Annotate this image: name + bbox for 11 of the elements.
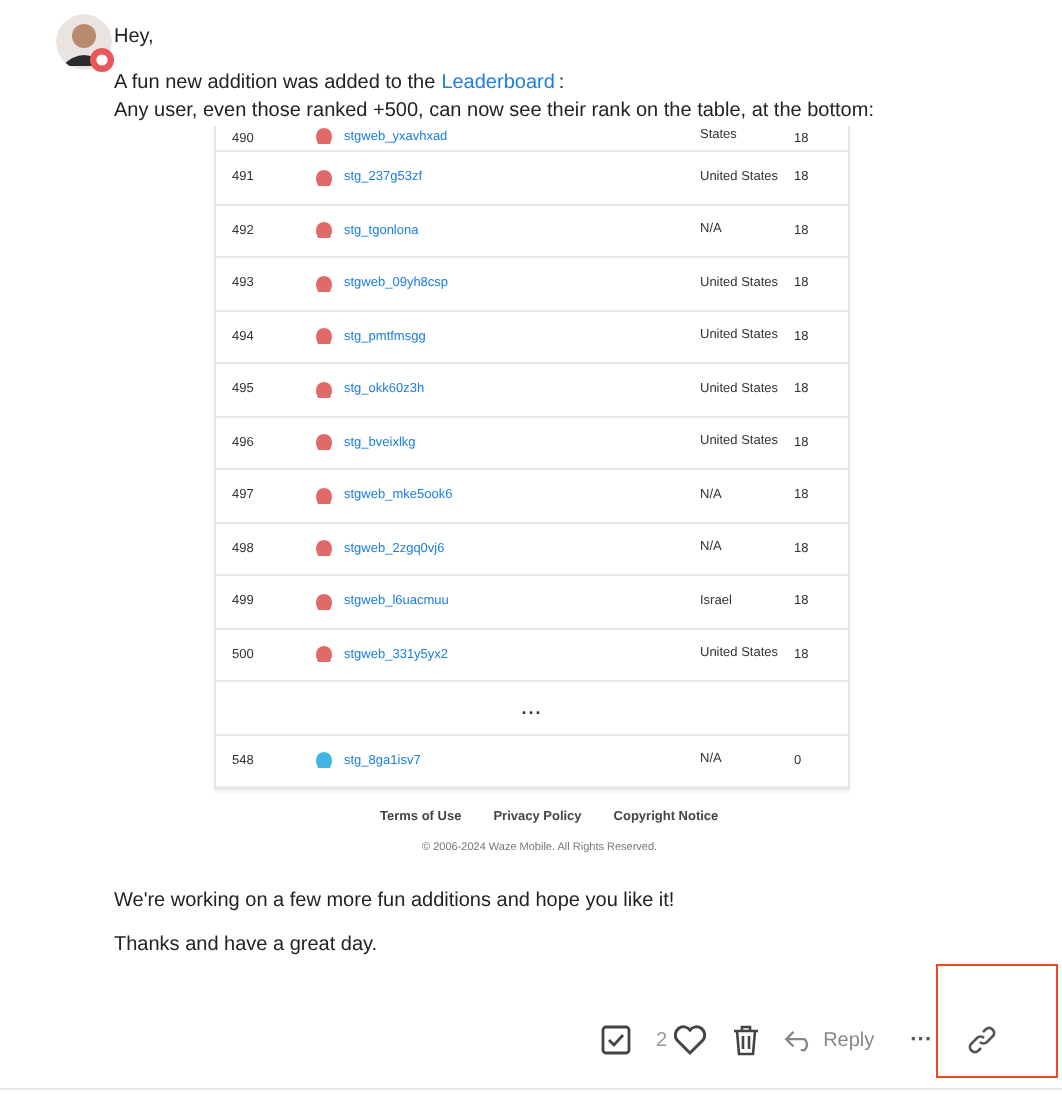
closing-text: Thanks and have a great day. (114, 932, 380, 960)
intro-line: Any user, even those ranked +500, can now see their rank on the table, at the bottom: (114, 98, 876, 126)
reply-button[interactable]: Reply (783, 1029, 875, 1051)
intro-text: A fun new addition was added to the (114, 72, 436, 94)
closing-text: We're working on a few more fun additions and hope you like it! (114, 888, 677, 916)
ellipsis-text: ... (521, 697, 543, 718)
more-button[interactable]: ··· (910, 1028, 933, 1052)
greeting-text: Hey, (114, 24, 156, 52)
colon-text: : (558, 72, 565, 94)
like-count: 2 (656, 1029, 668, 1051)
leaderboard-link[interactable]: Leaderboard (441, 72, 555, 94)
